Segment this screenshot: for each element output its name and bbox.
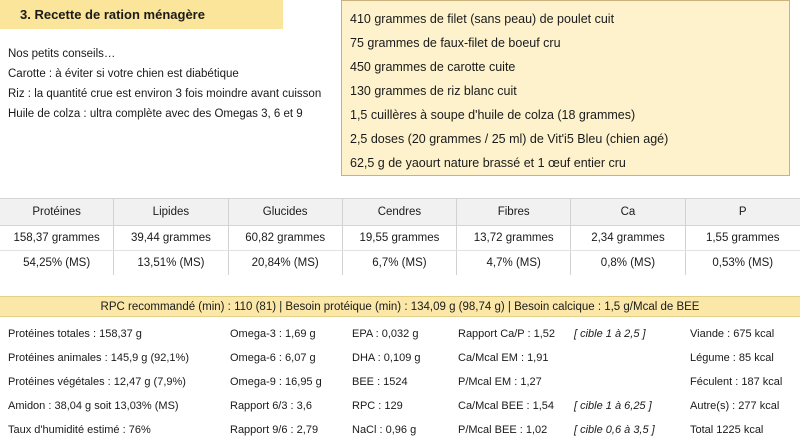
recipe-box: 410 grammes de filet (sans peau) de poul… bbox=[341, 0, 790, 176]
stat-target: [ cible 1 à 2,5 ] bbox=[574, 328, 646, 340]
stat-value: Taux d'humidité estimé : 76% bbox=[8, 424, 151, 436]
tip-item: Carotte : à éviter si votre chien est di… bbox=[8, 68, 239, 80]
stat-value: Omega-3 : 1,69 g bbox=[230, 328, 316, 340]
nutrient-grams: 39,44 grammes bbox=[114, 226, 229, 250]
tips-intro: Nos petits conseils… bbox=[8, 48, 116, 60]
nutrient-percent: 6,7% (MS) bbox=[343, 251, 458, 275]
requirements-summary: RPC recommandé (min) : 110 (81) | Besoin… bbox=[0, 296, 800, 317]
stat-value: NaCl : 0,96 g bbox=[352, 424, 417, 436]
stat-value: BEE : 1524 bbox=[352, 376, 408, 388]
recipe-item: 130 grammes de riz blanc cuit bbox=[350, 84, 517, 98]
stat-value: DHA : 0,109 g bbox=[352, 352, 421, 364]
stat-value: Omega-6 : 6,07 g bbox=[230, 352, 316, 364]
stat-value: P/Mcal BEE : 1,02 bbox=[458, 424, 548, 436]
stat-value: RPC : 129 bbox=[352, 400, 403, 412]
stats-row: Protéines animales : 145,9 g (92,1%) Ome… bbox=[0, 346, 800, 370]
nutrient-header: P bbox=[738, 206, 747, 218]
stat-value: EPA : 0,032 g bbox=[352, 328, 419, 340]
recipe-item: 410 grammes de filet (sans peau) de poul… bbox=[350, 12, 615, 26]
stat-kcal: Autre(s) : 277 kcal bbox=[690, 400, 780, 412]
section-title: 3. Recette de ration ménagère bbox=[0, 0, 283, 29]
nutrient-table: Protéines Lipides Glucides Cendres Fibre… bbox=[0, 198, 800, 275]
stats-row: Protéines végétales : 12,47 g (7,9%) Ome… bbox=[0, 370, 800, 394]
stat-target: [ cible 0,6 à 3,5 ] bbox=[574, 424, 655, 436]
nutrient-grams: 60,82 grammes bbox=[229, 226, 343, 250]
nutrient-grams: 13,72 grammes bbox=[457, 226, 572, 250]
nutrient-header: Cendres bbox=[343, 199, 458, 225]
nutrient-percent: 0,8% (MS) bbox=[571, 251, 686, 275]
recipe-item: 62,5 g de yaourt nature brassé et 1 œuf … bbox=[350, 156, 626, 170]
stat-value: P/Mcal EM : 1,27 bbox=[458, 376, 542, 388]
stats-grid: Protéines totales : 158,37 g Omega-3 : 1… bbox=[0, 322, 800, 442]
nutrient-percent: 4,7% (MS) bbox=[457, 251, 572, 275]
nutrient-percent-row: 54,25% (MS) 13,51% (MS) 20,84% (MS) 6,7%… bbox=[0, 251, 800, 275]
nutrient-header-row: Protéines Lipides Glucides Cendres Fibre… bbox=[0, 198, 800, 226]
stat-kcal: Total 1225 kcal bbox=[690, 424, 764, 436]
stat-value: Amidon : 38,04 g soit 13,03% (MS) bbox=[8, 400, 179, 412]
stat-kcal: Viande : 675 kcal bbox=[690, 328, 775, 340]
stat-value: Rapport Ca/P : 1,52 bbox=[458, 328, 556, 340]
stats-row: Protéines totales : 158,37 g Omega-3 : 1… bbox=[0, 322, 800, 346]
stat-value: Rapport 6/3 : 3,6 bbox=[230, 400, 312, 412]
nutrient-grams: 19,55 grammes bbox=[343, 226, 458, 250]
nutrient-header: Fibres bbox=[457, 199, 572, 225]
nutrient-grams: 158,37 grammes bbox=[0, 226, 115, 250]
stat-value: Omega-9 : 16,95 g bbox=[230, 376, 322, 388]
recipe-item: 75 grammes de faux-filet de boeuf cru bbox=[350, 36, 561, 50]
recipe-item: 2,5 doses (20 grammes / 25 ml) de Vit'i5… bbox=[350, 132, 669, 146]
stats-row: Taux d'humidité estimé : 76% Rapport 9/6… bbox=[0, 418, 800, 442]
nutrient-grams-row: 158,37 grammes 39,44 grammes 60,82 gramm… bbox=[0, 226, 800, 251]
nutrient-percent: 13,51% (MS) bbox=[114, 251, 229, 275]
nutrient-header: Lipides bbox=[114, 199, 229, 225]
nutrient-percent: 0,53% (MS) bbox=[712, 257, 774, 269]
stat-target: [ cible 1 à 6,25 ] bbox=[574, 400, 652, 412]
nutrient-grams: 1,55 grammes bbox=[705, 232, 780, 244]
nutrient-percent: 20,84% (MS) bbox=[229, 251, 343, 275]
nutrient-header: Ca bbox=[571, 199, 686, 225]
stat-kcal: Légume : 85 kcal bbox=[690, 352, 774, 364]
nutrient-percent: 54,25% (MS) bbox=[0, 251, 115, 275]
stat-value: Rapport 9/6 : 2,79 bbox=[230, 424, 319, 436]
tip-item: Riz : la quantité crue est environ 3 foi… bbox=[8, 88, 322, 100]
recipe-item: 450 grammes de carotte cuite bbox=[350, 60, 516, 74]
stat-value: Protéines animales : 145,9 g (92,1%) bbox=[8, 352, 189, 364]
stat-value: Ca/Mcal EM : 1,91 bbox=[458, 352, 549, 364]
recipe-item: 1,5 cuillères à soupe d'huile de colza (… bbox=[350, 108, 636, 122]
tip-item: Huile de colza : ultra complète avec des… bbox=[8, 108, 303, 120]
stat-value: Protéines végétales : 12,47 g (7,9%) bbox=[8, 376, 186, 388]
stats-row: Amidon : 38,04 g soit 13,03% (MS) Rappor… bbox=[0, 394, 800, 418]
nutrient-header: Glucides bbox=[229, 199, 343, 225]
stat-value: Protéines totales : 158,37 g bbox=[8, 328, 142, 340]
stat-value: Ca/Mcal BEE : 1,54 bbox=[458, 400, 554, 412]
stat-kcal: Féculent : 187 kcal bbox=[690, 376, 783, 388]
tips-panel: Nos petits conseils… Carotte : à éviter … bbox=[8, 44, 321, 124]
nutrient-header: Protéines bbox=[0, 199, 115, 225]
nutrient-grams: 2,34 grammes bbox=[571, 226, 686, 250]
